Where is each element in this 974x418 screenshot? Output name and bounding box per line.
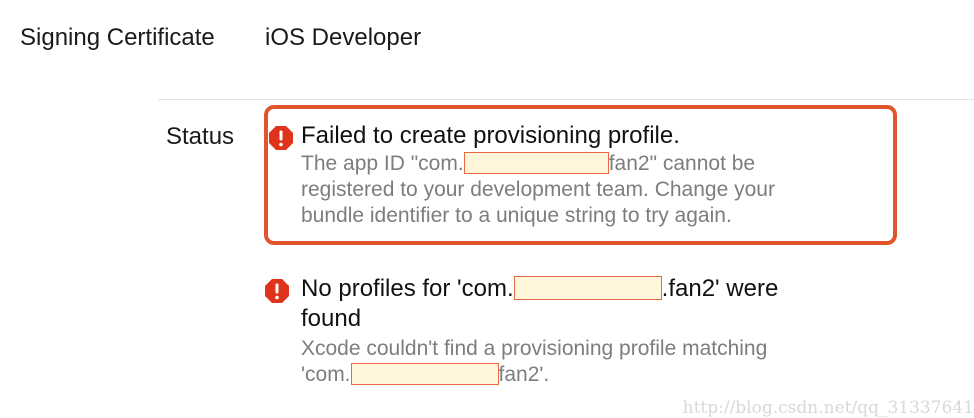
error-description: Xcode couldn't find a provisioning profi… [301, 336, 778, 388]
error-icon [269, 126, 293, 150]
section-divider [158, 99, 974, 100]
error-icon [265, 279, 289, 303]
redacted-bundle-id [513, 276, 662, 300]
error-title: No profiles for 'com. .fan2' were found [301, 274, 778, 334]
error-body-line: 'com. fan2'. [301, 362, 778, 388]
error-title-text: .fan2' were [661, 275, 779, 302]
error-title: Failed to create provisioning profile. [301, 122, 680, 149]
redacted-bundle-id [350, 363, 499, 385]
error-body-text: The app ID "com. [301, 152, 464, 175]
error-title-text: No profiles for 'com. [301, 275, 514, 302]
redacted-bundle-id [463, 152, 609, 174]
error-message-no-profiles: No profiles for 'com. .fan2' were found X… [301, 274, 778, 388]
signing-certificate-label: Signing Certificate [20, 24, 215, 51]
error-body-line: registered to your development team. Cha… [301, 178, 775, 201]
watermark: http://blog.csdn.net/qq_31337641 [682, 398, 974, 418]
error-title-text: found [301, 305, 362, 332]
status-label: Status [166, 123, 235, 150]
error-body-line: Xcode couldn't find a provisioning profi… [301, 337, 768, 360]
error-body-text: fan2'. [498, 363, 550, 386]
error-body-text: 'com. [301, 363, 351, 386]
error-message-provisioning: Failed to create provisioning profile. T… [301, 121, 775, 229]
error-body-line: The app ID "com. fan2" cannot be [301, 151, 775, 177]
error-body-text: fan2" cannot be [608, 152, 756, 175]
error-description: The app ID "com. fan2" cannot be register… [301, 151, 775, 229]
signing-certificate-value[interactable]: iOS Developer [265, 24, 421, 52]
error-body-line: bundle identifier to a unique string to … [301, 204, 732, 227]
